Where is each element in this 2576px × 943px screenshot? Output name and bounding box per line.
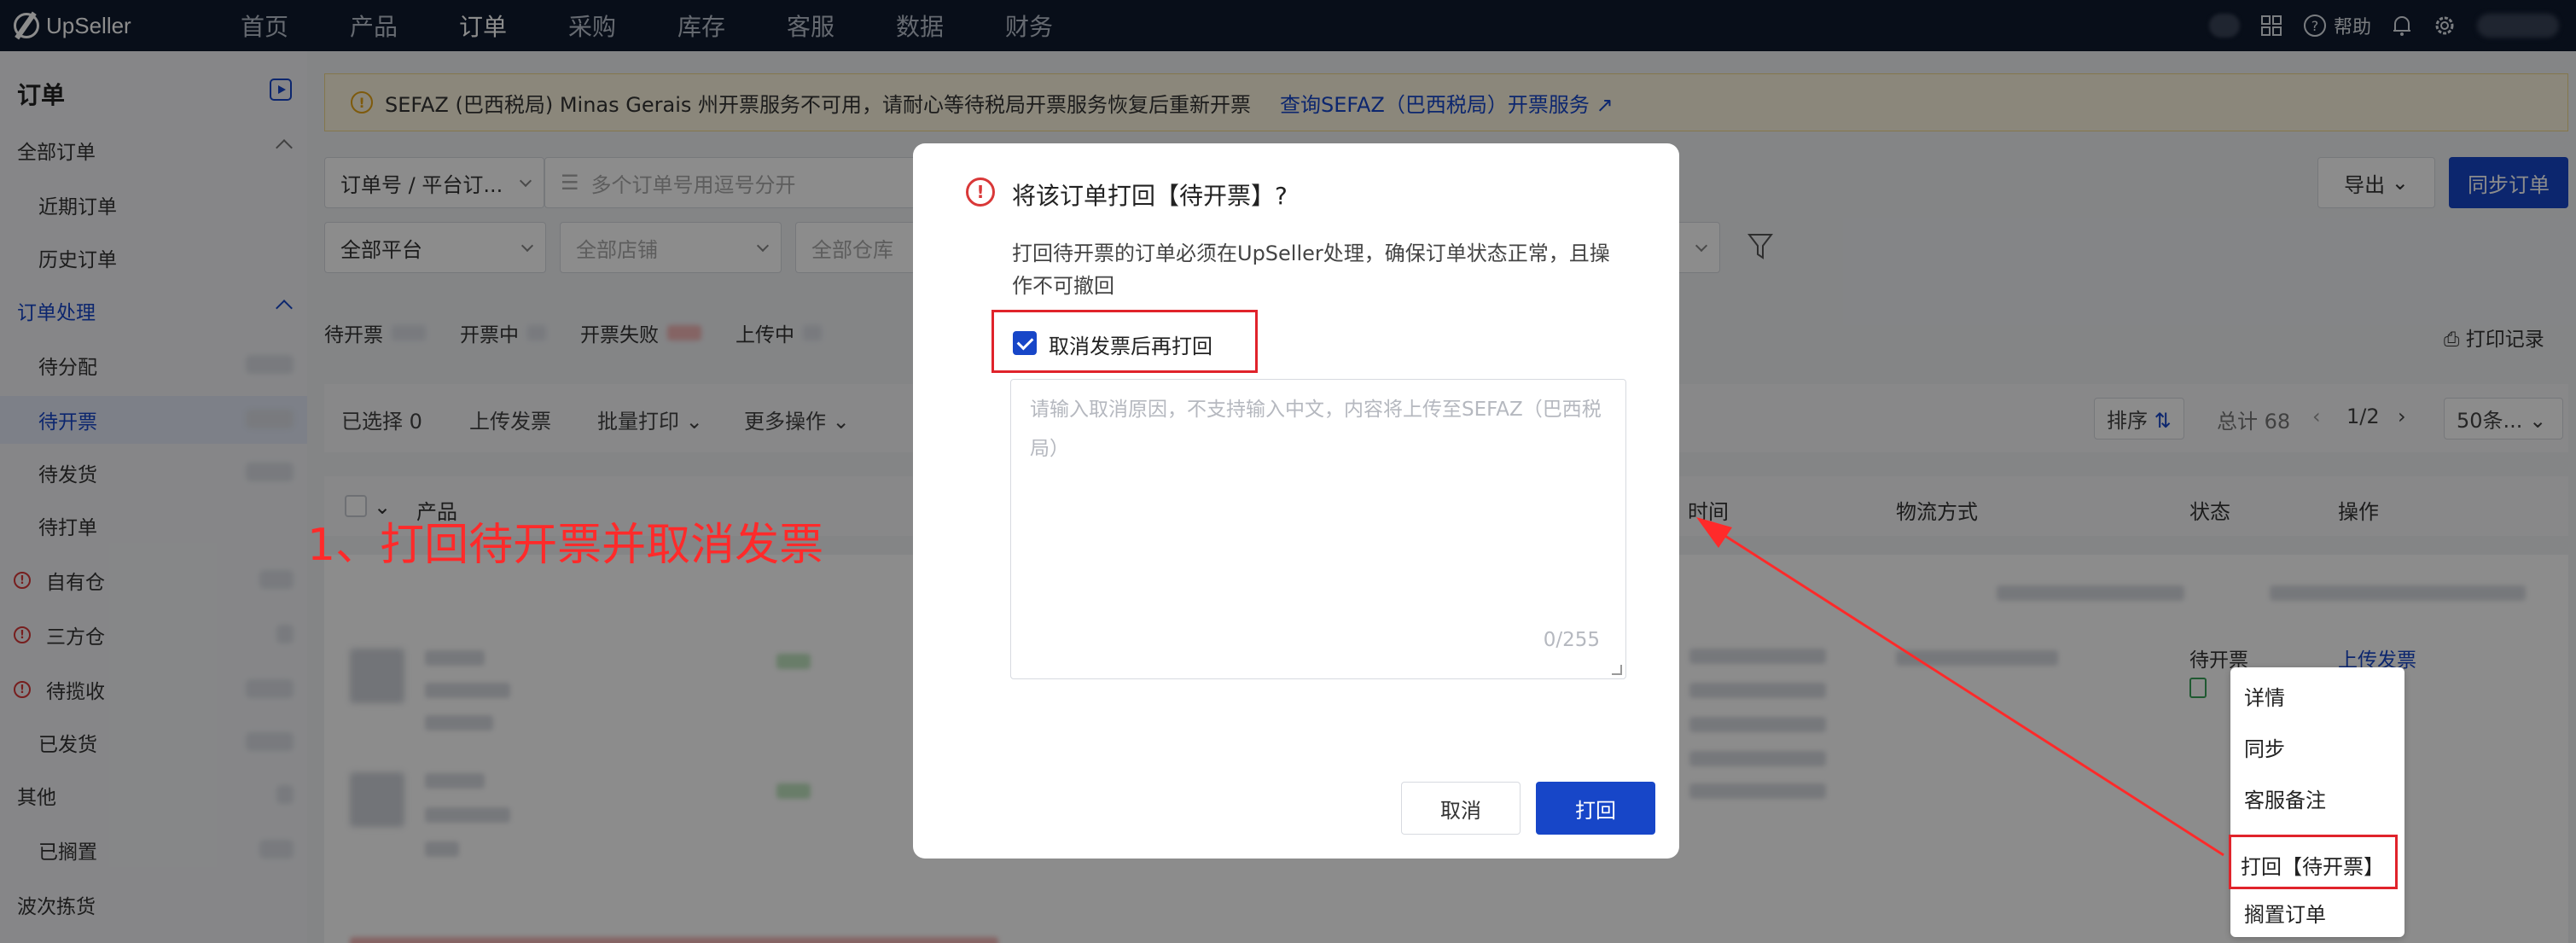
confirm-dialog: ! 将该订单打回【待开票】? 打回待开票的订单必须在UpSeller处理，确保订…	[913, 143, 1679, 859]
cancel-button[interactable]: 取消	[1401, 782, 1521, 835]
menu-item-details[interactable]: 详情	[2244, 681, 2285, 711]
warning-icon: !	[966, 178, 995, 207]
cancel-invoice-option[interactable]: 取消发票后再打回	[991, 310, 1258, 373]
menu-item-service-note[interactable]: 客服备注	[2244, 783, 2326, 813]
cancel-invoice-checkbox[interactable]	[1013, 331, 1037, 355]
menu-item-shelve-order[interactable]: 搁置订单	[2244, 898, 2326, 928]
return-button[interactable]: 打回	[1536, 782, 1655, 835]
highlight-box	[2229, 835, 2398, 889]
textarea-placeholder: 请输入取消原因，不支持输入中文，内容将上传至SEFAZ（巴西税局）	[1030, 399, 1602, 460]
annotation-label: 1、打回待开票并取消发票	[307, 520, 824, 571]
resize-handle[interactable]	[1612, 665, 1622, 675]
menu-item-sync[interactable]: 同步	[2244, 732, 2285, 762]
dialog-description: 打回待开票的订单必须在UpSeller处理，确保订单状态正常，且操作不可撤回	[1012, 242, 1610, 298]
more-actions-menu: 详情 同步 客服备注 打回【待开票】 搁置订单	[2230, 667, 2404, 937]
dialog-title: 将该订单打回【待开票】?	[1012, 182, 1288, 210]
checkbox-label: 取消发票后再打回	[1049, 335, 1212, 358]
char-counter: 0/255	[1543, 629, 1600, 651]
cancel-reason-textarea[interactable]: 请输入取消原因，不支持输入中文，内容将上传至SEFAZ（巴西税局） 0/255	[1010, 379, 1626, 679]
